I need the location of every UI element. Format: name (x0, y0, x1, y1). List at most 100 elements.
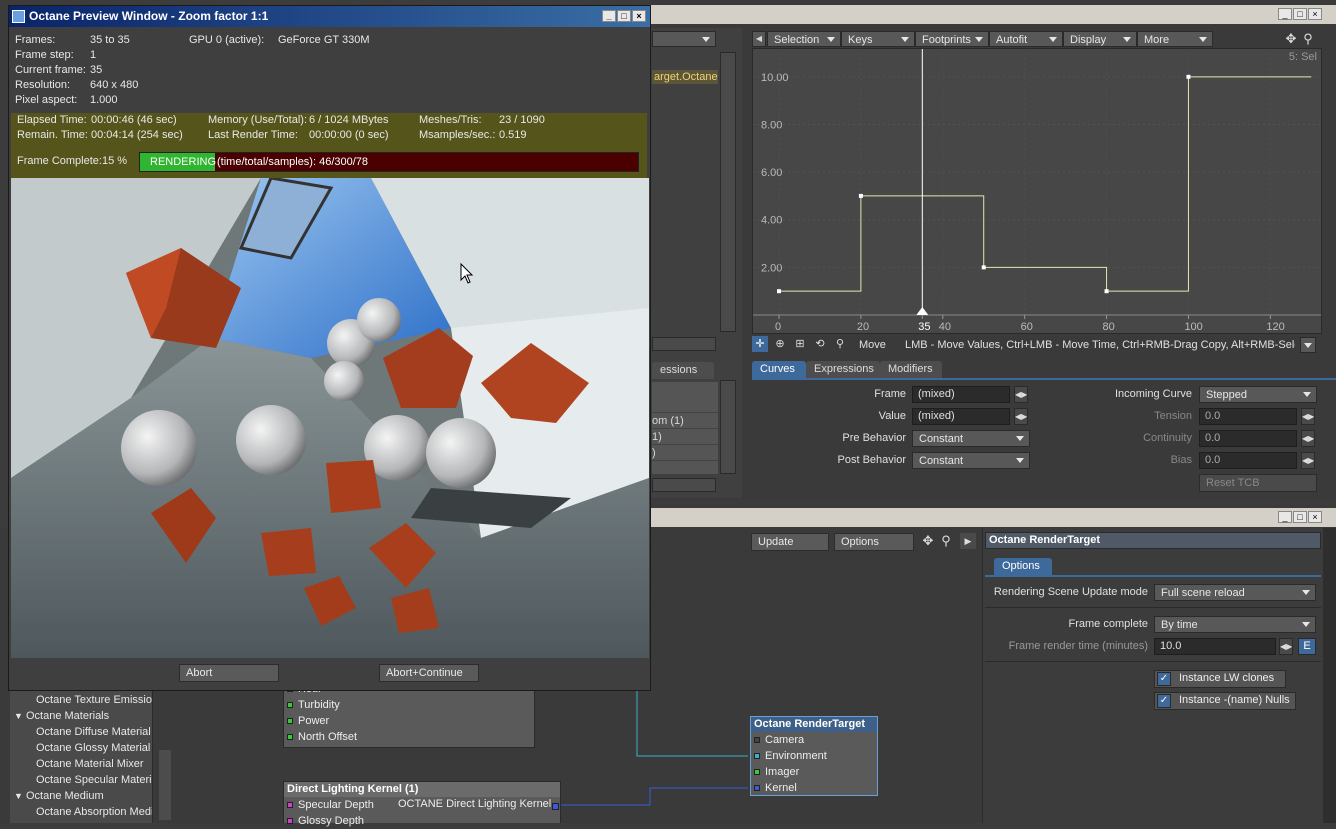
elapsed-value: 00:00:46 (46 sec) (91, 114, 177, 126)
reset-tcb-button[interactable]: Reset TCB (1199, 474, 1317, 492)
abort-continue-button[interactable]: Abort+Continue (379, 664, 479, 682)
minimize-icon[interactable]: _ (1278, 511, 1292, 523)
value-stepper[interactable]: ◀▶ (1014, 408, 1028, 425)
meshes-label: Meshes/Tris: (419, 114, 482, 126)
pan-icon[interactable]: ✥ (1283, 31, 1299, 47)
move-tool-icon[interactable]: ✛ (752, 336, 768, 352)
channel-scrollbar[interactable] (720, 52, 736, 332)
curve-chart[interactable]: 10.008.006.004.002.000 20 35 40 60 80 100 120 (753, 49, 1321, 333)
display-dropdown[interactable]: Display (1063, 31, 1137, 47)
node-port-camera[interactable]: Camera (751, 732, 877, 748)
remain-label: Remain. Time: (17, 129, 88, 141)
roll-icon[interactable]: ⟲ (812, 336, 828, 352)
continuity-stepper[interactable]: ◀▶ (1301, 430, 1315, 447)
value-label: Value (878, 410, 906, 422)
tree-group[interactable]: ▼ Octane Materials (10, 708, 156, 724)
minimize-icon[interactable]: _ (602, 10, 616, 22)
bias-stepper[interactable]: ◀▶ (1301, 452, 1315, 469)
node-output-port[interactable] (552, 803, 559, 810)
frame-step-label: Frame step: (15, 49, 74, 61)
footprints-dropdown[interactable]: Footprints (915, 31, 989, 47)
update-mode-dropdown[interactable]: Full scene reload (1154, 584, 1316, 601)
expand-arrow-icon[interactable]: ▼ (14, 791, 23, 801)
scroll-left-icon[interactable]: ◀ (752, 31, 766, 47)
envelope-button[interactable]: E (1298, 638, 1316, 655)
frame-time-field[interactable]: 10.0 (1154, 638, 1276, 655)
frame-time-stepper[interactable]: ◀▶ (1279, 638, 1293, 655)
node-port-glossy-depth[interactable]: Glossy Depth (284, 813, 560, 829)
tab-modifiers[interactable]: Modifiers (880, 361, 942, 378)
tree-scrollbar[interactable] (152, 690, 177, 823)
maximize-icon[interactable]: □ (617, 10, 631, 22)
port-label: Turbidity (298, 699, 340, 711)
tab-expressions-left[interactable]: essions (652, 362, 714, 379)
list-item[interactable]: ) (652, 446, 718, 461)
node-port-power[interactable]: Power (284, 713, 534, 729)
port-label: Glossy Depth (298, 815, 365, 827)
maximize-icon[interactable]: □ (1293, 511, 1307, 523)
x-tick-label: 80 (1103, 321, 1115, 333)
graph-area[interactable]: 10.00 8.00 6.00 4.00 2.00 0 20 35 40 60 80 100 120 5… (752, 48, 1322, 334)
progress-text: (time/total/samples): 46/300/78 (217, 156, 369, 168)
post-behavior-dropdown[interactable]: Constant (912, 452, 1030, 469)
stretch-icon[interactable]: ⊞ (792, 336, 808, 352)
close-icon[interactable]: × (1308, 511, 1322, 523)
add-key-icon[interactable]: ⊕ (772, 336, 788, 352)
list-item[interactable]: 1) (652, 430, 718, 445)
pre-behavior-value: Constant (919, 433, 964, 445)
frame-complete-dropdown[interactable]: By time (1154, 616, 1316, 633)
list-item[interactable]: om (1) (652, 414, 718, 429)
node-port-kernel[interactable]: Kernel (751, 780, 877, 796)
update-mode-label: Rendering Scene Update mode (993, 586, 1148, 598)
abort-button[interactable]: Abort (179, 664, 279, 682)
tension-field[interactable]: 0.0 (1199, 408, 1297, 425)
pre-behavior-dropdown[interactable]: Constant (912, 430, 1030, 447)
scrollbar-thumb[interactable] (159, 750, 171, 820)
hint-dropdown[interactable] (1300, 337, 1316, 353)
node-port-environment[interactable]: Environment (751, 748, 877, 764)
zoom-tool-icon[interactable]: ⚲ (832, 336, 848, 352)
expression-scrollbar[interactable] (720, 380, 736, 474)
value-field[interactable]: (mixed) (912, 408, 1010, 425)
sky-node[interactable]: Hour Turbidity Power North Offset (283, 682, 535, 748)
selection-dropdown[interactable]: Selection (767, 31, 841, 47)
frame-stepper[interactable]: ◀▶ (1014, 386, 1028, 403)
instance-lw-clones-toggle[interactable]: ✓ Instance LW clones (1154, 670, 1286, 688)
channel-item-selected[interactable]: arget.Octane (652, 70, 718, 84)
close-icon[interactable]: × (632, 10, 646, 22)
instance-nulls-toggle[interactable]: ✓ Instance -(name) Nulls (1154, 692, 1296, 710)
rendered-image[interactable] (11, 178, 649, 658)
more-dropdown[interactable]: More (1137, 31, 1213, 47)
channel-dropdown[interactable] (652, 31, 716, 47)
direct-lighting-node[interactable]: Direct Lighting Kernel (1) Specular Dept… (283, 781, 561, 827)
frame-field[interactable]: (mixed) (912, 386, 1010, 403)
maximize-icon[interactable]: □ (1293, 8, 1307, 20)
rendering-status: RENDERING (150, 156, 217, 168)
node-port-turbidity[interactable]: Turbidity (284, 697, 534, 713)
close-icon[interactable]: × (1308, 8, 1322, 20)
key-point (1104, 289, 1109, 294)
node-port-north-offset[interactable]: North Offset (284, 729, 534, 745)
tree-group[interactable]: ▼ Octane Medium (10, 788, 156, 804)
channel-filter[interactable] (652, 337, 716, 351)
expression-filter[interactable] (652, 478, 716, 492)
bias-field[interactable]: 0.0 (1199, 452, 1297, 469)
node-port-imager[interactable]: Imager (751, 764, 877, 780)
continuity-field[interactable]: 0.0 (1199, 430, 1297, 447)
render-target-node[interactable]: Octane RenderTarget Camera Environment I… (750, 716, 878, 796)
checkmark-icon: ✓ (1157, 694, 1171, 708)
tab-curves[interactable]: Curves (752, 361, 806, 378)
incoming-curve-dropdown[interactable]: Stepped (1199, 386, 1317, 403)
zoom-icon[interactable]: ⚲ (1300, 31, 1316, 47)
window-title-bar[interactable]: Octane Preview Window - Zoom factor 1:1 … (9, 6, 650, 27)
node-title: Direct Lighting Kernel (1) (284, 782, 560, 797)
list-item[interactable] (652, 398, 718, 413)
tension-stepper[interactable]: ◀▶ (1301, 408, 1315, 425)
tab-options[interactable]: Options (994, 558, 1052, 575)
tab-expressions[interactable]: Expressions (806, 361, 880, 378)
post-behavior-label: Post Behavior (837, 454, 906, 466)
keys-dropdown[interactable]: Keys (841, 31, 915, 47)
minimize-icon[interactable]: _ (1278, 8, 1292, 20)
expand-arrow-icon[interactable]: ▼ (14, 711, 23, 721)
autofit-dropdown[interactable]: Autofit (989, 31, 1063, 47)
